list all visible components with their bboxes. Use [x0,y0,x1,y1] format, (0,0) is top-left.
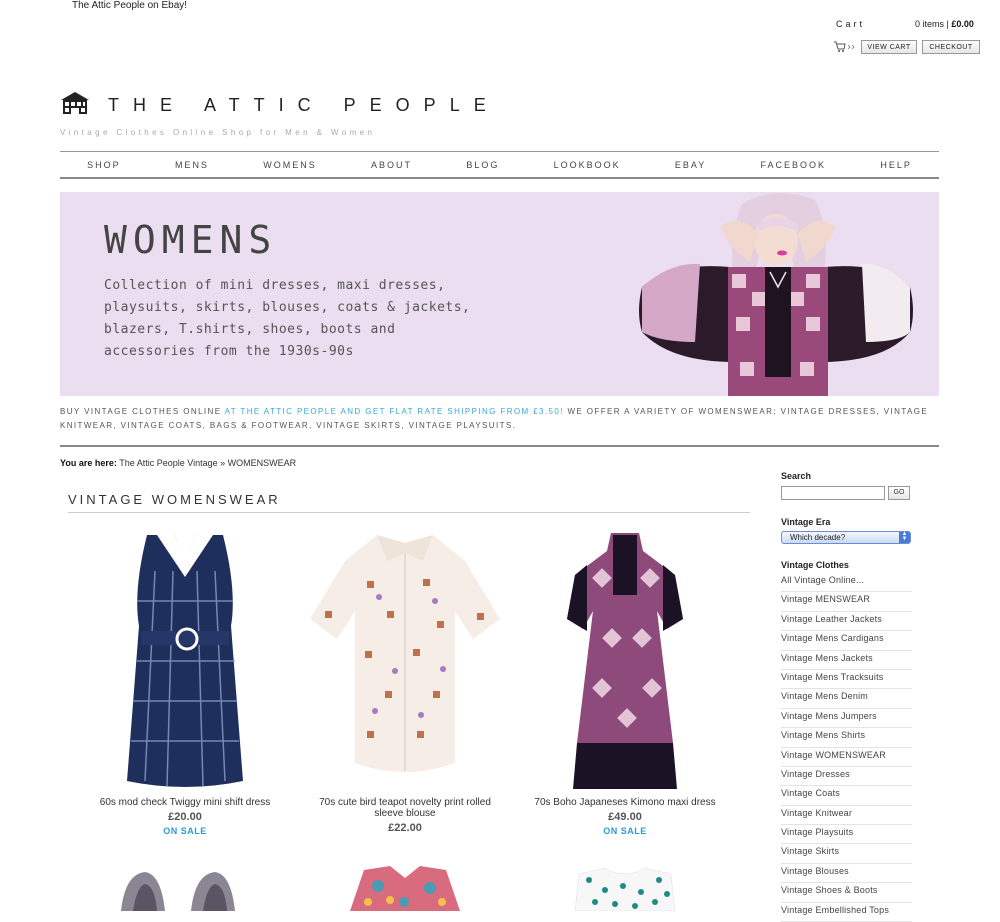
category-link[interactable]: Vintage Blouses [781,864,912,884]
category-link[interactable]: Vintage Mens Tracksuits [781,670,912,690]
divider [68,512,750,513]
womens-banner: WOMENS Collection of mini dresses, maxi … [60,192,939,396]
model-photo [639,192,913,396]
intro-text: Buy vintage clothes online at The Attic … [60,405,940,433]
category-link[interactable]: Vintage Leather Jackets [781,612,912,632]
nav-blog[interactable]: BLOG [466,160,499,170]
cart-label: Cart [836,19,866,29]
product-price: £22.00 [388,822,422,834]
product-image[interactable] [565,866,685,911]
shipping-link[interactable]: at The Attic People and get flat rate sh… [225,407,564,416]
category-link[interactable]: Vintage Mens Jackets [781,651,912,670]
nav-about[interactable]: ABOUT [371,160,412,170]
product-price: £20.00 [168,811,202,823]
nav-lookbook[interactable]: LOOKBOOK [554,160,621,170]
nav-facebook[interactable]: FACEBOOK [761,160,827,170]
search-go-button[interactable]: GO [888,486,910,500]
product-image[interactable] [85,531,285,791]
ebay-link[interactable]: The Attic People on Ebay! [72,0,187,11]
cart-item-count: 0 items [915,19,945,29]
select-arrows-icon: ▲ ▼ [899,531,910,543]
product-name[interactable]: 70s cute bird teapot novelty print rolle… [305,797,505,819]
checkout-button[interactable]: CHECKOUT [922,40,980,54]
era-heading: Vintage Era [781,517,831,527]
intro-text-1: Buy vintage clothes online [60,407,225,416]
category-link[interactable]: Vintage Mens Jumpers [781,709,912,729]
breadcrumb-prefix: You are here: [60,458,117,468]
cart-total: £0.00 [951,19,974,29]
product-card: 60s mod check Twiggy mini shift dress £2… [85,531,285,836]
breadcrumb: You are here: The Attic People Vintage »… [60,458,296,468]
nav-womens[interactable]: WOMENS [263,160,317,170]
product-name[interactable]: 70s Boho Japaneses Kimono maxi dress [525,797,725,808]
divider [60,445,939,447]
view-cart-button[interactable]: VIEW CART [861,40,917,54]
product-image[interactable] [330,866,480,911]
category-link[interactable]: Vintage WOMENSWEAR [781,748,912,767]
clothes-heading: Vintage Clothes [781,560,849,570]
category-link[interactable]: Vintage Mens Shirts [781,728,912,748]
category-link[interactable]: Vintage MENSWEAR [781,592,912,612]
category-link[interactable]: Vintage Dresses [781,767,912,787]
breadcrumb-current: WOMENSWEAR [227,458,297,468]
era-select-value: Which decade? [790,533,846,542]
banner-description: Collection of mini dresses, maxi dresses… [104,278,471,359]
site-tagline: Vintage Clothes Online Shop for Men & Wo… [60,128,376,137]
category-link[interactable]: Vintage Mens Cardigans [781,631,912,651]
site-title[interactable]: THE ATTIC PEOPLE [108,95,500,116]
category-link[interactable]: Vintage Embellished Tops [781,903,912,922]
category-link[interactable]: Vintage Playsuits [781,825,912,845]
category-link[interactable]: Vintage Coats [781,786,912,806]
category-link[interactable]: All Vintage Online... [781,573,912,593]
category-link[interactable]: Vintage Shoes & Boots [781,883,912,903]
category-link[interactable]: Vintage Mens Denim [781,689,912,709]
sale-badge: ON SALE [163,826,207,836]
product-price: £49.00 [608,811,642,823]
nav-ebay[interactable]: EBAY [675,160,706,170]
banner-title: WOMENS [104,218,278,262]
product-name[interactable]: 60s mod check Twiggy mini shift dress [85,797,285,808]
product-image[interactable] [305,531,505,791]
category-link[interactable]: Vintage Skirts [781,844,912,864]
cart-summary: 0 items | £0.00 [915,19,974,29]
search-heading: Search [781,471,812,481]
main-nav: SHOP MENS WOMENS ABOUT BLOG LOOKBOOK EBA… [60,151,939,179]
nav-help[interactable]: HELP [880,160,912,170]
breadcrumb-home[interactable]: The Attic People Vintage [119,458,217,468]
category-link[interactable]: Vintage Knitwear [781,806,912,826]
breadcrumb-separator: » [220,458,226,468]
nav-shop[interactable]: SHOP [87,160,121,170]
product-card: 70s Boho Japaneses Kimono maxi dress £49… [525,531,725,836]
category-list: All Vintage Online... Vintage MENSWEAR V… [781,573,912,922]
product-image[interactable] [525,531,725,791]
product-image[interactable] [115,866,255,911]
nav-mens[interactable]: MENS [175,160,209,170]
search-input[interactable] [781,486,885,500]
cart-icon [834,41,855,52]
sale-badge: ON SALE [603,826,647,836]
era-select[interactable]: Which decade? ▲ ▼ [781,531,911,544]
attic-house-icon[interactable] [60,91,90,115]
product-card: 70s cute bird teapot novelty print rolle… [305,531,505,837]
page-title: VINTAGE WOMENSWEAR [68,492,281,507]
